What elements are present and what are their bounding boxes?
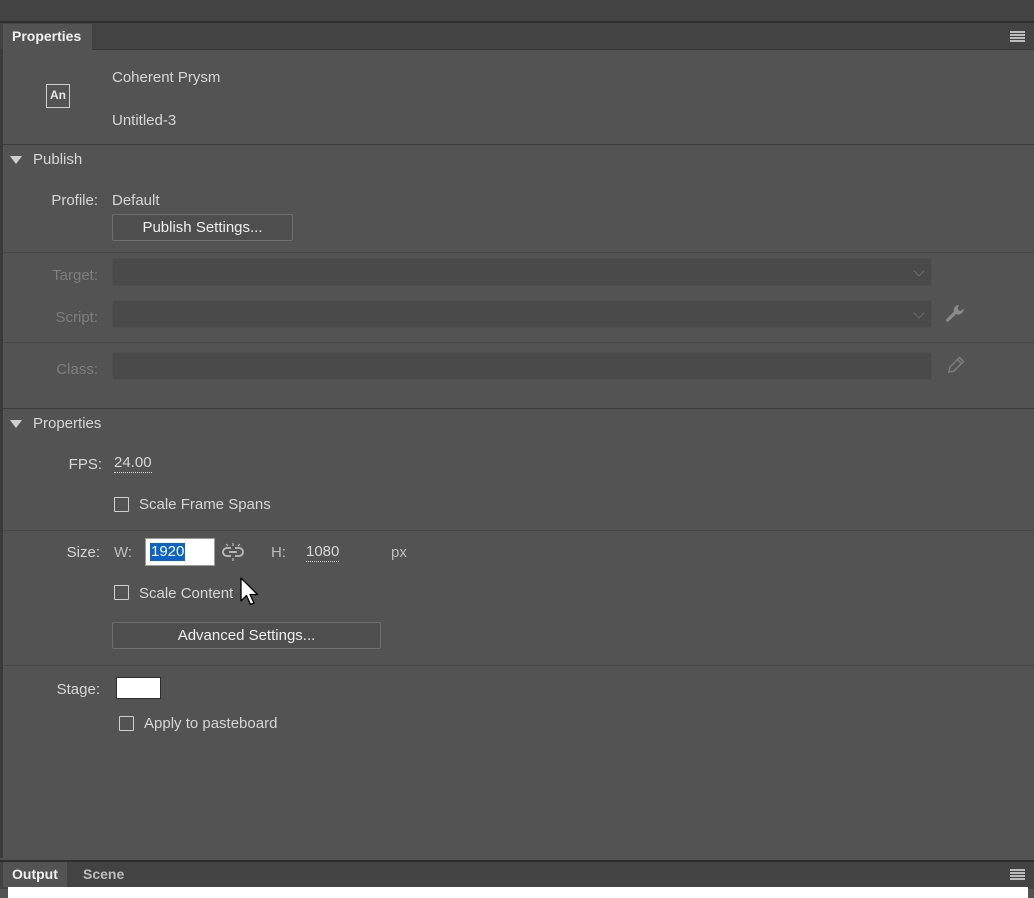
properties-collapse-triangle-icon[interactable] (10, 420, 22, 428)
target-dropdown[interactable] (112, 258, 932, 286)
size-unit: px (391, 544, 407, 561)
fps-value[interactable]: 24.00 (114, 454, 152, 473)
link-proportions-icon[interactable] (222, 542, 244, 562)
stage-color-swatch[interactable] (116, 677, 161, 699)
width-input[interactable]: 1920 (145, 538, 215, 566)
divider (3, 530, 1034, 531)
script-dropdown[interactable] (112, 300, 932, 328)
profile-label: Profile: (51, 192, 98, 209)
panel-menu-icon[interactable] (1010, 31, 1025, 42)
panel-left-edge (0, 50, 3, 858)
apply-to-pasteboard-checkbox[interactable] (119, 716, 134, 731)
publish-collapse-triangle-icon[interactable] (10, 156, 22, 164)
size-label: Size: (66, 544, 100, 561)
divider (3, 665, 1034, 666)
pencil-icon[interactable] (947, 356, 965, 374)
properties-section-header[interactable]: Properties (33, 415, 101, 432)
class-input[interactable] (112, 352, 932, 380)
script-label: Script: (55, 309, 98, 326)
output-tab-bar (0, 860, 1034, 889)
publish-section-header[interactable]: Publish (33, 151, 82, 168)
output-text-area[interactable] (8, 887, 1028, 898)
tab-scene[interactable]: Scene (72, 862, 134, 887)
fps-label: FPS: (68, 456, 102, 473)
document-type-label: Coherent Prysm (112, 69, 221, 86)
divider (3, 342, 1034, 343)
document-name-label: Untitled-3 (112, 112, 177, 129)
profile-value: Default (112, 192, 160, 209)
top-panel-strip (0, 0, 1034, 23)
width-label: W: (114, 544, 133, 561)
divider (3, 408, 1034, 409)
animate-document-icon: An (46, 84, 70, 108)
chevron-down-icon (913, 307, 925, 319)
scale-content-checkbox[interactable] (114, 585, 129, 600)
tab-properties[interactable]: Properties (3, 24, 92, 50)
height-label: H: (271, 544, 286, 561)
divider (3, 144, 1034, 145)
advanced-settings-button[interactable]: Advanced Settings... (112, 622, 381, 649)
properties-tab-bar (0, 23, 1034, 50)
tab-output[interactable]: Output (3, 862, 67, 887)
divider (3, 252, 1034, 253)
width-value: 1920 (150, 543, 186, 561)
wrench-icon[interactable] (944, 303, 966, 325)
output-panel-menu-icon[interactable] (1010, 869, 1025, 880)
scale-frame-spans-checkbox[interactable] (114, 497, 129, 512)
apply-to-pasteboard-label: Apply to pasteboard (144, 715, 278, 732)
publish-settings-button[interactable]: Publish Settings... (112, 214, 293, 241)
target-label: Target: (52, 267, 98, 284)
stage-label: Stage: (56, 681, 100, 698)
scale-frame-spans-label: Scale Frame Spans (139, 496, 271, 513)
chevron-down-icon (913, 265, 925, 277)
scale-content-label: Scale Content (139, 585, 234, 602)
class-label: Class: (56, 361, 98, 378)
mouse-cursor-icon (240, 577, 259, 606)
height-value[interactable]: 1080 (306, 543, 340, 562)
